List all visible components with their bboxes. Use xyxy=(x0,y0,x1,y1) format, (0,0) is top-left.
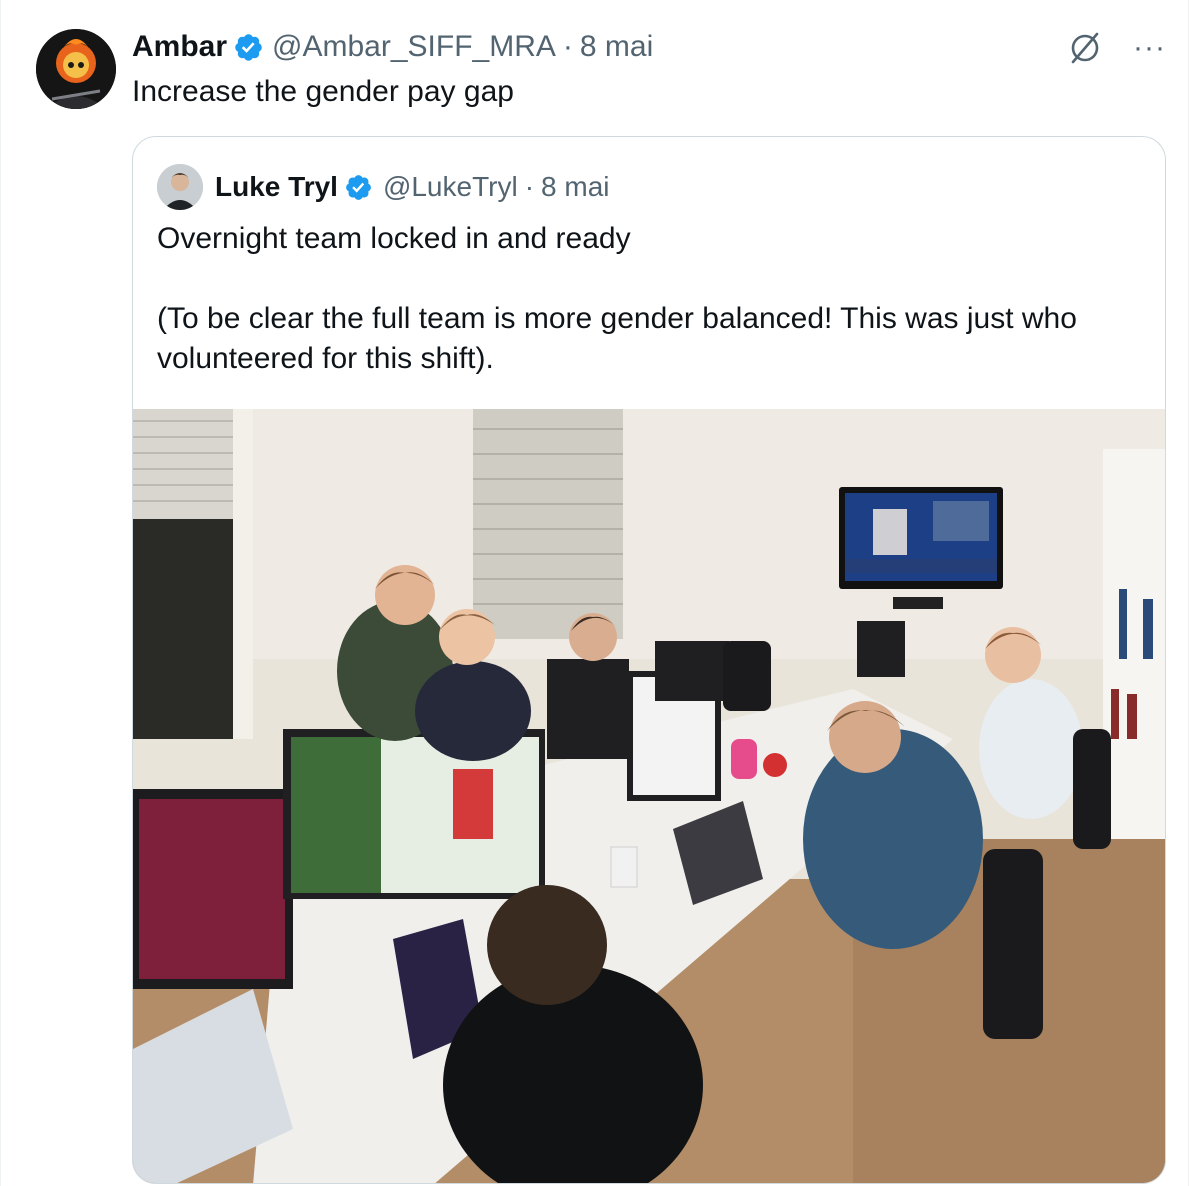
tweet-date[interactable]: 8 mai xyxy=(580,30,653,64)
quoted-author-avatar[interactable] xyxy=(157,164,203,210)
separator-dot: · xyxy=(524,171,535,202)
grok-icon[interactable] xyxy=(1067,30,1103,66)
verified-badge-icon xyxy=(346,174,371,200)
tweet-actions: ··· xyxy=(1067,30,1166,66)
office-photo[interactable] xyxy=(133,409,1166,1184)
quoted-author-handle[interactable]: @LukeTryl xyxy=(383,171,518,203)
author-handle[interactable]: @Ambar_SIFF_MRA xyxy=(272,30,556,64)
author-name[interactable]: Ambar xyxy=(132,30,227,64)
more-icon[interactable]: ··· xyxy=(1133,30,1166,66)
quoted-tweet-header: Luke Tryl @LukeTryl · 8 mai xyxy=(157,164,609,210)
separator-dot: · xyxy=(562,30,573,63)
quoted-author-name[interactable]: Luke Tryl xyxy=(215,171,338,203)
quoted-tweet-text: Overnight team locked in and ready (To b… xyxy=(157,222,1077,375)
author-avatar[interactable] xyxy=(36,29,116,109)
quoted-tweet[interactable]: Luke Tryl @LukeTryl · 8 mai Overnight te… xyxy=(132,136,1166,1184)
tweet-text: Increase the gender pay gap xyxy=(132,75,514,108)
tweet-header: Ambar @Ambar_SIFF_MRA · 8 mai xyxy=(132,28,653,66)
quoted-tweet-date[interactable]: 8 mai xyxy=(541,171,609,203)
verified-badge-icon xyxy=(235,33,262,61)
